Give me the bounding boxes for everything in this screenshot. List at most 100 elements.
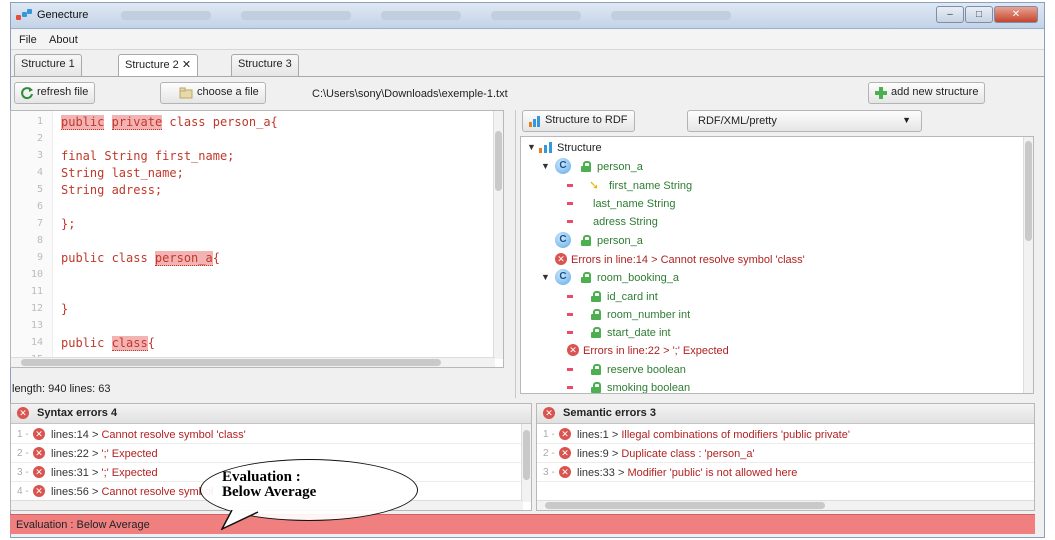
code-line: 13 (11, 318, 503, 335)
keyword-error: public (61, 115, 105, 130)
format-value: RDF/XML/pretty (698, 115, 777, 127)
title-blur (121, 11, 211, 20)
evaluation-status-bar: Evaluation : Below Average (10, 514, 1035, 534)
structure-to-rdf-button[interactable]: Structure to RDF (522, 110, 635, 132)
code-text: final String first_name; (61, 149, 235, 163)
class-icon: C (555, 269, 571, 285)
panel-title: Syntax errors 4 (37, 407, 118, 419)
row-number: 2 - (17, 448, 29, 459)
menu-file[interactable]: File (19, 34, 37, 46)
scroll-thumb[interactable] (545, 502, 825, 509)
error-icon: ✕ (559, 447, 571, 459)
error-row[interactable]: 3 - ✕ lines:33 > Modifier 'public' is no… (537, 464, 1034, 482)
code-line: 6 (11, 199, 503, 216)
code-line: 10 (11, 267, 503, 284)
tree-label: Errors in line:14 > Cannot resolve symbo… (571, 254, 805, 266)
file-path: C:\Users\sony\Downloads\exemple-1.txt (312, 88, 508, 100)
tree-vertical-scrollbar[interactable] (1023, 137, 1033, 393)
tree-label: room_number int (607, 309, 691, 321)
panel-header: ✕ Semantic errors 3 (537, 404, 1034, 424)
code-line: 7}; (11, 216, 503, 233)
window-title: Genecture (37, 9, 89, 21)
error-icon: ✕ (559, 466, 571, 478)
error-icon: ✕ (567, 344, 579, 356)
class-icon: C (555, 158, 571, 174)
refresh-label: refresh file (37, 86, 89, 98)
title-blur (241, 11, 351, 20)
line-number: 2 (36, 133, 43, 144)
field-marker-icon (567, 331, 573, 334)
line-number: 4 (36, 167, 43, 178)
tab-label: Structure 3 (238, 58, 292, 70)
plus-icon (875, 87, 887, 99)
error-line: lines:31 > (51, 467, 99, 479)
menu-bar: File About (11, 30, 1044, 50)
scroll-thumb[interactable] (1025, 141, 1032, 241)
pane-divider[interactable] (515, 110, 516, 398)
maximize-button[interactable]: □ (965, 6, 993, 23)
error-message: Cannot resolve symbol 'class' (101, 429, 246, 441)
refresh-icon (21, 87, 33, 100)
refresh-file-button[interactable]: refresh file (14, 82, 96, 104)
code-line: 9 public class person_a{ (11, 250, 503, 267)
structure-tree[interactable]: ▼ Structure ▼ C person_a ➘ first_name St… (520, 136, 1034, 394)
line-number: 11 (30, 286, 43, 297)
lock-icon (591, 309, 601, 320)
error-row[interactable]: 1 - ✕ lines:1 > Illegal combinations of … (537, 426, 1034, 444)
tab-close-icon[interactable]: ✕ (182, 59, 191, 71)
code-text: } (61, 302, 69, 316)
row-number: 4 - (17, 486, 29, 497)
error-icon: ✕ (33, 447, 45, 459)
error-message: ';' Expected (101, 467, 158, 479)
tab-structure-2[interactable]: Structure 2 ✕ (118, 54, 199, 77)
tree-label: first_name String (609, 180, 692, 192)
callout-line: Below Average (222, 484, 317, 500)
editor-vertical-scrollbar[interactable] (493, 111, 503, 359)
tree-label: adress String (593, 216, 658, 228)
identifier-error: person_a (154, 251, 213, 266)
close-button[interactable]: ✕ (994, 6, 1038, 23)
semantic-horizontal-scrollbar[interactable] (537, 500, 1034, 510)
field-marker-icon (567, 202, 573, 205)
code-line: 8 (11, 233, 503, 250)
error-icon: ✕ (33, 428, 45, 440)
scroll-thumb[interactable] (523, 430, 530, 480)
line-number: 9 (36, 252, 43, 263)
callout-tail (220, 510, 259, 530)
error-row[interactable]: 2 - ✕ lines:9 > Duplicate class : 'perso… (537, 445, 1034, 463)
row-number: 3 - (17, 467, 29, 478)
error-message: Modifier 'public' is not allowed here (627, 467, 798, 479)
tab-divider (11, 76, 1044, 77)
code-editor[interactable]: 1 public private class person_a{ 2 3 final… (10, 110, 504, 368)
error-line: lines:22 > (51, 448, 99, 460)
editor-horizontal-scrollbar[interactable] (11, 357, 495, 367)
scroll-thumb[interactable] (495, 131, 502, 191)
rdf-format-select[interactable]: RDF/XML/pretty ▼ (687, 110, 922, 132)
tab-structure-3[interactable]: Structure 3 (231, 54, 299, 76)
scroll-thumb[interactable] (21, 359, 441, 366)
tree-label: id_card int (607, 291, 658, 303)
syntax-vertical-scrollbar[interactable] (521, 424, 531, 502)
tab-structure-1[interactable]: Structure 1 (14, 54, 82, 76)
error-icon: ✕ (17, 407, 29, 419)
folder-icon (179, 87, 193, 99)
chevron-down-icon: ▼ (902, 115, 911, 125)
window-controls: – □ ✕ (935, 6, 1038, 23)
lock-icon (581, 161, 591, 172)
panel-title: Semantic errors 3 (563, 407, 656, 419)
expand-icon[interactable]: ▼ (541, 272, 550, 282)
expand-icon[interactable]: ▼ (541, 161, 550, 171)
choose-file-button[interactable]: choose a file (160, 82, 266, 104)
row-number: 1 - (17, 429, 29, 440)
code-text: { (147, 336, 155, 350)
minimize-button[interactable]: – (936, 6, 964, 23)
menu-about[interactable]: About (49, 34, 78, 46)
expand-icon[interactable]: ▼ (527, 142, 536, 152)
line-number: 13 (30, 320, 43, 331)
field-type: String (663, 180, 693, 192)
code-text: String adress; (61, 183, 163, 197)
error-row[interactable]: 1 - ✕ lines:14 > Cannot resolve symbol '… (11, 426, 531, 444)
add-structure-button[interactable]: add new structure (868, 82, 986, 104)
tree-label: room_booking_a (597, 272, 679, 284)
code-line: 5 String adress; (11, 182, 503, 199)
